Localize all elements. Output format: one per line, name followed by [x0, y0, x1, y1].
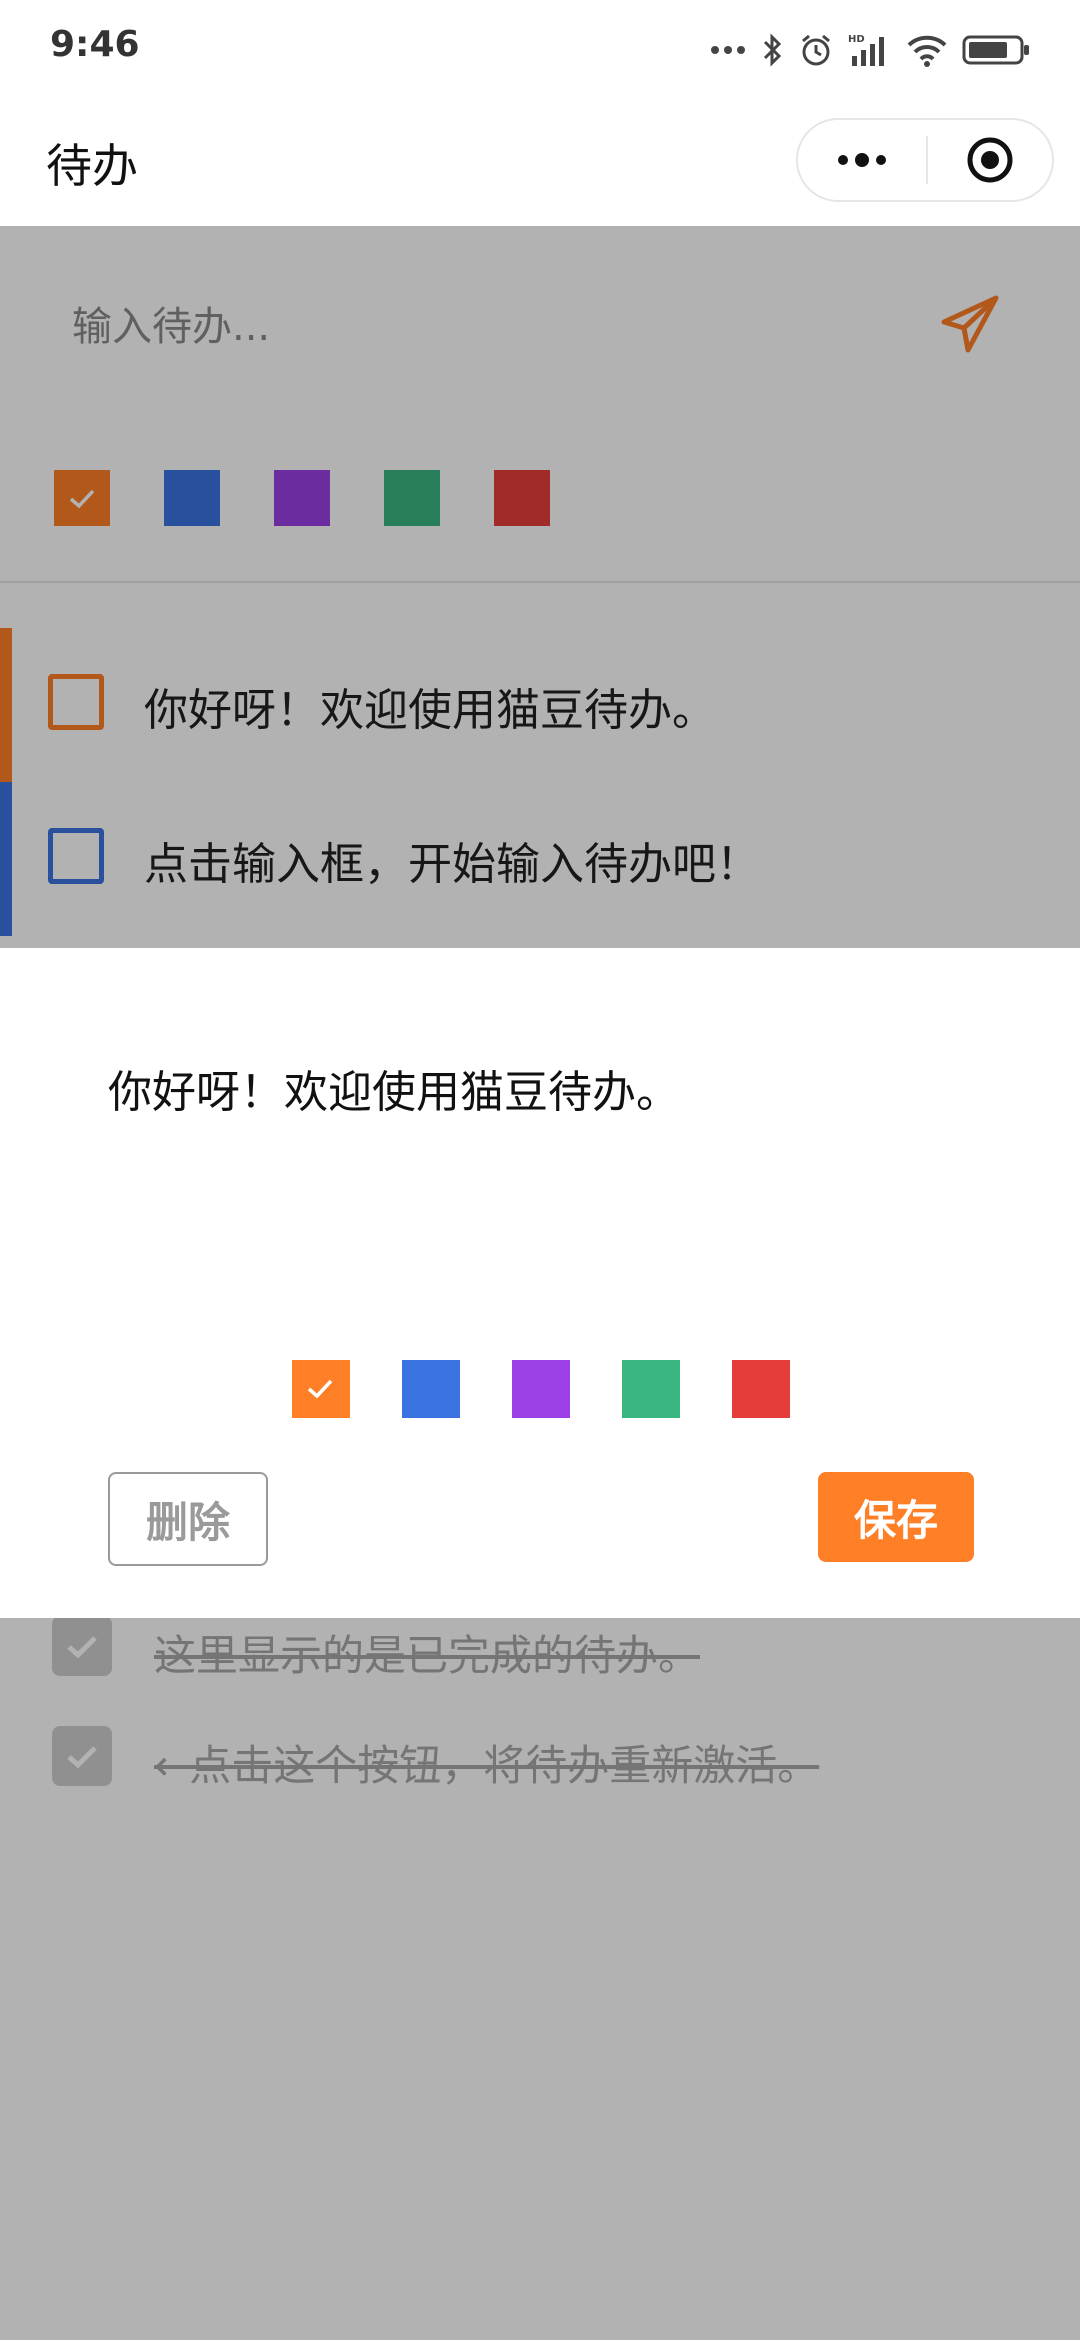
battery-icon [962, 35, 1029, 65]
more-dots-icon [838, 153, 886, 167]
status-time: 9:46 [50, 24, 140, 65]
status-bar: 9:46 HD [0, 0, 1080, 100]
wifi-icon [907, 35, 947, 67]
more-dots-icon [711, 46, 745, 54]
color-swatch-green[interactable] [622, 1360, 680, 1418]
edit-color-picker [0, 1360, 1080, 1420]
color-swatch-orange[interactable] [292, 1360, 350, 1418]
color-swatch-red[interactable] [732, 1360, 790, 1418]
svg-text:HD: HD [848, 34, 865, 45]
color-swatch-blue[interactable] [402, 1360, 460, 1418]
more-button[interactable] [798, 120, 926, 200]
delete-button[interactable]: 删除 [108, 1472, 268, 1566]
edit-sheet: 你好呀！欢迎使用猫豆待办。 删除 保存 [0, 948, 1080, 1618]
color-swatch-purple[interactable] [512, 1360, 570, 1418]
bluetooth-icon [763, 33, 782, 67]
alarm-icon [802, 34, 830, 66]
nav-bar: 待办 [0, 100, 1080, 226]
hd-signal-icon: HD [848, 34, 884, 66]
save-button[interactable]: 保存 [818, 1472, 974, 1562]
page-title: 待办 [46, 139, 138, 193]
menu-capsule [796, 118, 1054, 202]
target-close-icon [967, 137, 1013, 183]
status-icons: HD [710, 26, 1032, 74]
close-miniprogram-button[interactable] [928, 120, 1052, 200]
edit-todo-text[interactable]: 你好呀！欢迎使用猫豆待办。 [108, 1056, 680, 1120]
checkmark-icon [307, 1379, 333, 1399]
